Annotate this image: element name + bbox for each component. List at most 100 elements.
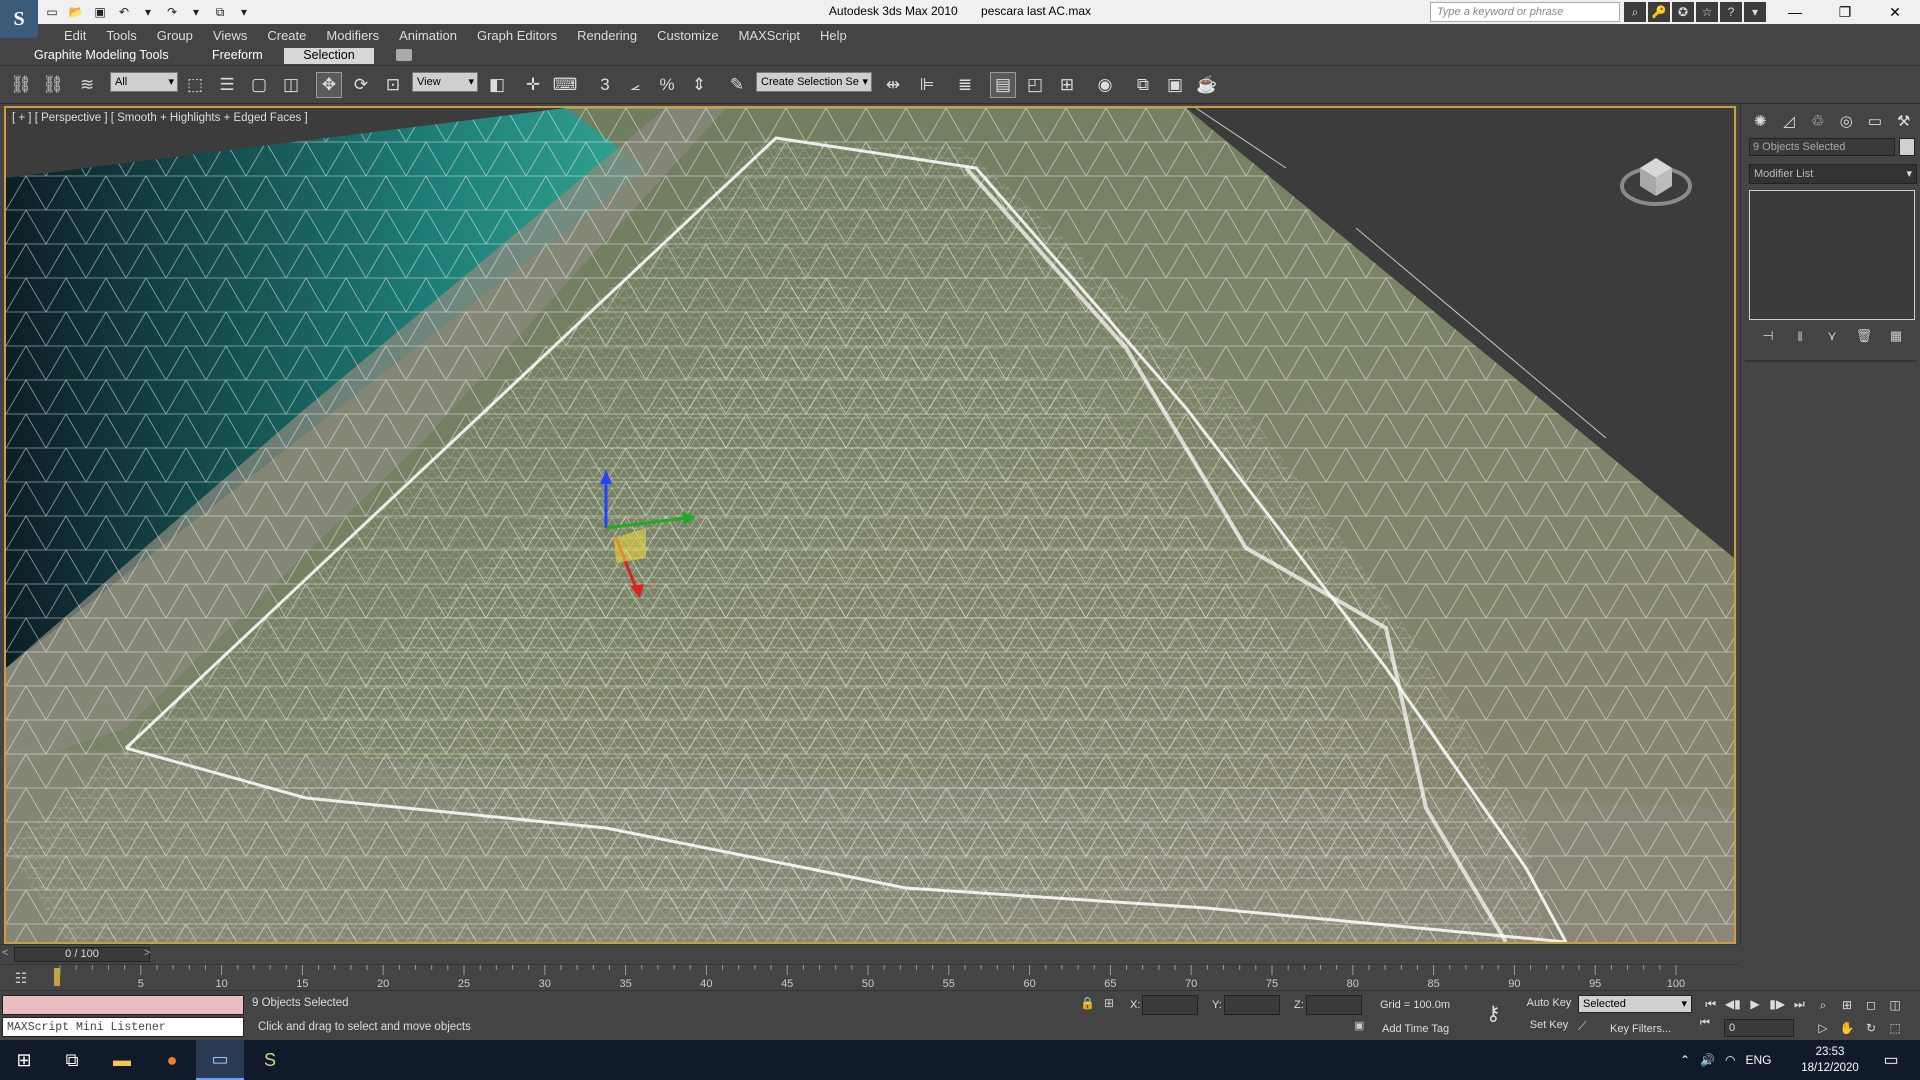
new-file-icon[interactable]: ▭: [42, 3, 62, 21]
modify-panel-icon[interactable]: ◿: [1776, 108, 1803, 134]
track-bar[interactable]: ☷ 5 10 15 20 25 30 35 40 45 50 55 60 65 70 75 80 85 90 95 1…: [0, 964, 1738, 990]
search-binoculars-icon[interactable]: ⌕: [1624, 2, 1646, 22]
show-end-result-icon[interactable]: ‖: [1789, 326, 1811, 346]
render-setup-icon[interactable]: ⧉: [1130, 72, 1156, 98]
viewport-label[interactable]: [ + ] [ Perspective ] [ Smooth + Highlig…: [12, 112, 308, 124]
menu-tools[interactable]: Tools: [96, 28, 146, 43]
reference-coordinate-dropdown[interactable]: View: [412, 72, 478, 92]
angle-snap-icon[interactable]: ⦟: [622, 72, 648, 98]
make-unique-icon[interactable]: ⋎: [1821, 326, 1843, 346]
menu-customize[interactable]: Customize: [647, 28, 728, 43]
select-and-manipulate-icon[interactable]: ✛: [520, 72, 546, 98]
taskbar-clock[interactable]: 23:53 18/12/2020: [1780, 1044, 1880, 1076]
windows-start-icon[interactable]: ⊞: [0, 1040, 48, 1080]
menu-graph-editors[interactable]: Graph Editors: [467, 28, 567, 43]
configure-modifier-sets-icon[interactable]: ▦: [1885, 326, 1907, 346]
pin-stack-icon[interactable]: ⊣: [1757, 326, 1779, 346]
absolute-mode-icon[interactable]: ⊞: [1104, 996, 1122, 1014]
tab-selection[interactable]: Selection: [284, 48, 374, 64]
select-object-icon[interactable]: ⬚: [182, 72, 208, 98]
go-to-start-icon[interactable]: ⏮: [1700, 993, 1721, 1015]
maxscript-listener-output[interactable]: [2, 995, 244, 1015]
tab-freeform[interactable]: Freeform: [204, 48, 271, 64]
set-key-icon[interactable]: ⚷: [1486, 1001, 1516, 1025]
select-and-link-icon[interactable]: ⛓: [8, 72, 34, 98]
field-of-view-icon[interactable]: ▷: [1812, 1018, 1834, 1038]
undo-icon[interactable]: ↶: [114, 3, 134, 21]
window-app-icon[interactable]: ▭: [196, 1040, 244, 1080]
curve-editor-icon[interactable]: ◰: [1022, 72, 1048, 98]
rect-selection-region-icon[interactable]: ▢: [246, 72, 272, 98]
unlink-icon[interactable]: ⛓: [40, 72, 66, 98]
keyboard-shortcut-override-icon[interactable]: ⌨: [552, 72, 578, 98]
maxscript-mini-listener-input[interactable]: MAXScript Mini Listener: [2, 1017, 244, 1037]
customize-dropdown-icon[interactable]: ▾: [234, 3, 254, 21]
orbit-icon[interactable]: ↻: [1860, 1018, 1882, 1038]
named-selection-dropdown[interactable]: Create Selection Se: [756, 72, 872, 92]
viewcube-icon[interactable]: [1618, 138, 1694, 214]
frame-ruler[interactable]: 5 10 15 20 25 30 35 40 45 50 55 60 65 70 75 80 85 90 95 100: [56, 965, 1688, 991]
pan-view-icon[interactable]: ✋: [1836, 1018, 1858, 1038]
render-production-icon[interactable]: ☕: [1194, 72, 1220, 98]
play-icon[interactable]: ▶: [1744, 993, 1765, 1015]
y-coord-field[interactable]: [1224, 995, 1280, 1015]
next-frame-icon[interactable]: ▮▶: [1767, 993, 1788, 1015]
key-filters-button[interactable]: Key Filters...: [1610, 1023, 1671, 1035]
menu-maxscript[interactable]: MAXScript: [729, 28, 810, 43]
modifier-list-dropdown[interactable]: Modifier List: [1749, 164, 1917, 184]
menu-group[interactable]: Group: [147, 28, 203, 43]
z-coord-field[interactable]: [1306, 995, 1362, 1015]
notifications-icon[interactable]: ▭: [1876, 1048, 1906, 1072]
favorites-star-icon[interactable]: ☆: [1696, 2, 1718, 22]
menu-create[interactable]: Create: [257, 28, 316, 43]
menu-views[interactable]: Views: [203, 28, 257, 43]
time-slider-prev-icon[interactable]: <: [2, 947, 8, 959]
menu-animation[interactable]: Animation: [389, 28, 467, 43]
firefox-icon[interactable]: ●: [148, 1040, 196, 1080]
search-input[interactable]: Type a keyword or phrase: [1430, 2, 1620, 22]
maximize-viewport-icon[interactable]: ⬚: [1884, 1018, 1906, 1038]
schematic-view-icon[interactable]: ⊞: [1054, 72, 1080, 98]
zoom-extents-all-icon[interactable]: ◫: [1884, 995, 1906, 1015]
zoom-extents-icon[interactable]: ◻: [1860, 995, 1882, 1015]
wifi-icon[interactable]: ◠: [1725, 1053, 1735, 1067]
redo-icon[interactable]: ↷: [162, 3, 182, 21]
go-to-end-icon[interactable]: ⏭: [1789, 993, 1810, 1015]
set-key-button[interactable]: Set Key: [1524, 1019, 1574, 1037]
minimize-icon[interactable]: —: [1770, 0, 1820, 24]
x-coord-field[interactable]: [1142, 995, 1198, 1015]
display-panel-icon[interactable]: ▭: [1862, 108, 1889, 134]
rendered-frame-window-icon[interactable]: ▣: [1162, 72, 1188, 98]
zoom-icon[interactable]: ⌕: [1812, 995, 1834, 1015]
key-mode-toggle-icon[interactable]: ⏮: [1700, 1017, 1718, 1035]
select-and-rotate-icon[interactable]: ⟳: [348, 72, 374, 98]
tray-expand-icon[interactable]: ⌃: [1680, 1053, 1690, 1067]
volume-icon[interactable]: 🔊: [1700, 1053, 1715, 1067]
perspective-viewport[interactable]: [ + ] [ Perspective ] [ Smooth + Highlig…: [4, 106, 1736, 944]
hierarchy-panel-icon[interactable]: ♲: [1804, 108, 1831, 134]
key-mode-dropdown[interactable]: Selected: [1578, 995, 1692, 1013]
material-editor-icon[interactable]: ◉: [1092, 72, 1118, 98]
window-crossing-icon[interactable]: ◫: [278, 72, 304, 98]
object-color-swatch[interactable]: [1899, 138, 1915, 156]
close-icon[interactable]: ✕: [1870, 0, 1920, 24]
terrain-mesh-scene[interactable]: [6, 108, 1734, 942]
select-and-scale-icon[interactable]: ⊡: [380, 72, 406, 98]
task-view-icon[interactable]: ⧉: [48, 1040, 96, 1080]
modifier-stack[interactable]: [1749, 190, 1915, 320]
align-icon[interactable]: ⊫: [914, 72, 940, 98]
snaps-toggle-icon[interactable]: 3: [592, 72, 618, 98]
default-in-out-tangent-icon[interactable]: ⟋: [1578, 1019, 1598, 1037]
menu-help[interactable]: Help: [810, 28, 857, 43]
mirror-icon[interactable]: ⇹: [880, 72, 906, 98]
percent-snap-icon[interactable]: %: [654, 72, 680, 98]
restore-icon[interactable]: ❐: [1820, 0, 1870, 24]
menu-modifiers[interactable]: Modifiers: [316, 28, 389, 43]
selection-lock-icon[interactable]: 🔒: [1080, 996, 1098, 1014]
add-time-tag-button[interactable]: Add Time Tag: [1382, 1023, 1449, 1035]
previous-frame-icon[interactable]: ◀▮: [1722, 993, 1743, 1015]
redo-dropdown-icon[interactable]: ▾: [186, 3, 206, 21]
select-by-name-icon[interactable]: ☰: [214, 72, 240, 98]
pivot-center-icon[interactable]: ◧: [484, 72, 510, 98]
language-indicator[interactable]: ENG: [1746, 1053, 1772, 1067]
